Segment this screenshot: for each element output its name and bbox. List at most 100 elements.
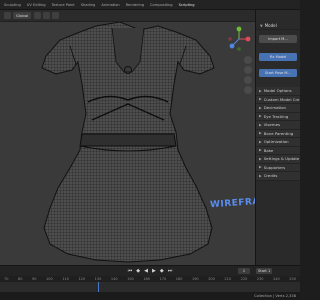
proportional-editing-icon[interactable] <box>52 12 60 19</box>
zoom-icon[interactable] <box>244 56 252 64</box>
chevron-right-icon: ▶ <box>259 122 262 127</box>
view-mode-icon[interactable] <box>4 12 11 19</box>
workspace-tab[interactable]: Animation <box>101 3 119 7</box>
sidebar-panel-item-label: Bake <box>263 147 274 153</box>
sidebar-panel-item-label: Credits <box>263 173 278 179</box>
camera-icon[interactable] <box>244 76 252 84</box>
chevron-right-icon: ▶ <box>259 139 262 144</box>
viewport-header: Global <box>0 10 255 22</box>
ruler-tick-label: 90 <box>32 277 37 281</box>
current-frame-value: 1 <box>242 268 246 273</box>
fix-model-button[interactable]: Fix Model <box>259 53 297 61</box>
sidebar-panel-item-label: Visemes <box>263 122 280 128</box>
ruler-tick-label: 130 <box>94 277 102 281</box>
chevron-right-icon: ▶ <box>259 165 262 170</box>
start-frame-value: 1 <box>267 268 271 273</box>
sidebar-panel-item[interactable]: ▶ Model Options <box>256 87 300 96</box>
sidebar-panel-item[interactable]: ▶ Supporters <box>256 163 300 172</box>
workspace-tab[interactable]: Compositing <box>150 3 173 7</box>
sidebar-panel-item-label: Bone Parenting <box>263 130 294 136</box>
sidebar-panel-item-label: Model Options <box>263 88 292 94</box>
status-bar: Collection | Verts 2,338 <box>0 292 300 300</box>
ruler-tick-label: 220 <box>240 277 248 281</box>
chevron-right-icon: ▶ <box>259 131 262 136</box>
sidebar-panel-item[interactable]: ▶ Credits <box>256 172 300 181</box>
pivot-icon[interactable] <box>34 12 42 19</box>
ruler-tick-label: 180 <box>175 277 183 281</box>
jump-end-icon[interactable]: ⏭ <box>168 268 173 274</box>
workspace-tab[interactable]: Shading <box>81 3 96 7</box>
sidebar-panel-item[interactable]: ▶ Eye Tracking <box>256 112 300 121</box>
grid-icon[interactable] <box>244 86 252 94</box>
start-pose-label: Start Pose M... <box>265 71 291 75</box>
model-panel-title: Model <box>264 23 277 28</box>
chevron-right-icon: ▶ <box>259 173 262 178</box>
workspace-tab-bar: Sculpting UV Editing Texture Paint Shading A… <box>0 0 300 10</box>
ruler-tick-label: 210 <box>224 277 232 281</box>
chevron-right-icon: ▶ <box>259 156 262 161</box>
chevron-right-icon: ▶ <box>259 97 262 102</box>
keyframe-next-icon[interactable]: ◆ <box>160 268 164 274</box>
n-panel-sidebar: ▼ Model Import M... Fix Model Start Pose… <box>255 10 300 265</box>
import-model-label: Import M... <box>268 37 288 41</box>
ruler-tick-label: 230 <box>256 277 264 281</box>
transform-orientation-dropdown[interactable]: Global <box>13 12 32 19</box>
sidebar-panel-item-label: Settings & Update <box>263 156 300 162</box>
model-panel-header[interactable]: ▼ Model <box>256 22 300 30</box>
navigation-gizmo[interactable] <box>226 26 252 52</box>
ruler-tick-label: 160 <box>143 277 150 281</box>
chevron-right-icon: ▶ <box>259 148 262 153</box>
status-text: Collection | Verts 2,338 <box>254 294 296 298</box>
workspace-tab[interactable]: Scripting <box>179 3 195 7</box>
ruler-tick-label: 100 <box>46 277 53 281</box>
ruler-tick-label: 140 <box>110 277 118 281</box>
ruler-tick-label: 80 <box>18 277 23 281</box>
sidebar-panel-item[interactable]: ▶ Decimation <box>256 104 300 113</box>
workspace-tab[interactable]: Sculpting <box>4 3 21 7</box>
ruler-tick-label: 200 <box>208 277 215 281</box>
ruler-tick-label: 240 <box>273 277 280 281</box>
ruler-tick-label: 150 <box>127 277 134 281</box>
play-icon[interactable]: ▶ <box>152 268 156 274</box>
chevron-right-icon: ▶ <box>259 88 262 93</box>
sidebar-panel-item-label: Decimation <box>263 105 286 111</box>
sidebar-panel-item[interactable]: ▶ Settings & Update <box>256 155 300 164</box>
ruler-tick-label: 250 <box>289 277 296 281</box>
x-axis-icon[interactable] <box>245 36 251 42</box>
dress-wireframe-mesh <box>41 22 215 263</box>
chevron-right-icon: ▶ <box>259 105 262 110</box>
ruler-tick-label: 170 <box>159 277 167 281</box>
play-reverse-icon[interactable]: ◀ <box>144 268 148 274</box>
workspace-tab[interactable]: UV Editing <box>27 3 46 7</box>
sidebar-panel-item-label: Custom Model Cre <box>263 96 300 102</box>
y-axis-icon[interactable] <box>236 26 242 32</box>
ruler-tick-label: 190 <box>191 277 199 281</box>
import-model-button[interactable]: Import M... <box>259 35 297 43</box>
playback-controls: ⏮ ◆ ◀ ▶ ◆ ⏭ <box>0 266 300 275</box>
z-axis-icon[interactable] <box>229 43 235 49</box>
sidebar-panel-item-label: Supporters <box>263 164 286 170</box>
sidebar-panel-item-label: Optimization <box>263 139 289 145</box>
chevron-right-icon: ▶ <box>259 114 262 119</box>
keyframe-prev-icon[interactable]: ◆ <box>136 268 140 274</box>
pan-hand-icon[interactable] <box>244 66 252 74</box>
sidebar-panel-item[interactable]: ▶ Custom Model Cre <box>256 95 300 104</box>
workspace-tab[interactable]: Texture Paint <box>52 3 75 7</box>
ruler-tick-label: 120 <box>78 277 86 281</box>
start-frame-field[interactable]: Start 1 <box>256 267 273 274</box>
current-frame-field[interactable]: 1 <box>238 267 250 274</box>
waist-belt <box>79 133 177 147</box>
orientation-label: Global <box>16 13 29 18</box>
jump-start-icon[interactable]: ⏮ <box>128 268 133 274</box>
start-pose-mode-button[interactable]: Start Pose M... <box>259 69 297 77</box>
sidebar-panel-item-label: Eye Tracking <box>263 113 289 119</box>
sidebar-panel-item[interactable]: ▶ Bake <box>256 146 300 155</box>
sidebar-panel-item[interactable]: ▶ Optimization <box>256 138 300 147</box>
start-frame-label: Start <box>258 268 267 273</box>
workspace-tab[interactable]: Rendering <box>126 3 144 7</box>
snap-icon[interactable] <box>43 12 51 19</box>
ruler-tick-label: 110 <box>62 277 69 281</box>
ruler-tick-label: 70 <box>4 277 9 281</box>
sidebar-panel-item[interactable]: ▶ Visemes <box>256 121 300 130</box>
sidebar-panel-item[interactable]: ▶ Bone Parenting <box>256 129 300 138</box>
